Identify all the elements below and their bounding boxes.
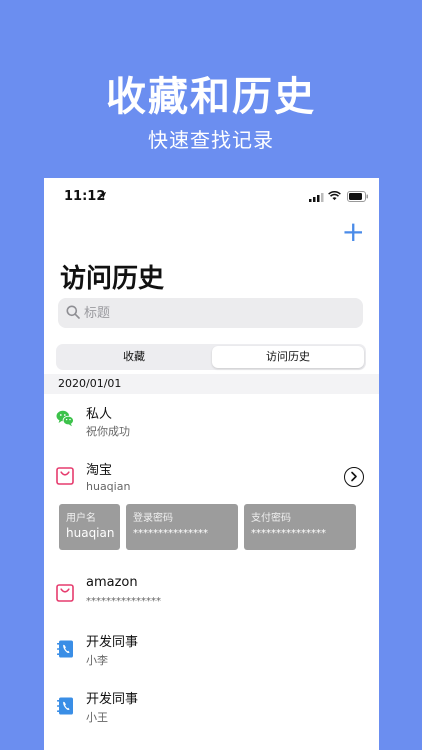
credential-card-payment-password[interactable]: 支付密码 ***************	[244, 504, 356, 550]
search-icon	[66, 305, 80, 319]
credential-label: 支付密码	[251, 513, 291, 524]
date-group-header: 2020/01/01	[44, 374, 379, 394]
expand-button[interactable]	[344, 467, 364, 487]
promo-subtitle: 快速查找记录	[148, 128, 274, 152]
item-subtitle: 祝你成功	[86, 425, 130, 438]
phone-book-icon	[57, 640, 73, 658]
credential-value: ***************	[133, 528, 208, 539]
credential-card-username[interactable]: 用户名 huaqian	[59, 504, 120, 550]
credential-label: 登录密码	[133, 513, 173, 524]
shopping-bag-icon	[56, 467, 74, 485]
chevron-right-icon	[351, 471, 357, 482]
add-button[interactable]: +	[342, 218, 365, 246]
item-subtitle: 小李	[86, 654, 108, 667]
item-title: 开发同事	[86, 635, 139, 650]
wechat-icon	[56, 410, 74, 427]
item-subtitle: ***************	[86, 596, 161, 607]
cellular-signal-icon	[309, 193, 324, 202]
phone-book-icon	[57, 697, 73, 715]
item-title: 开发同事	[86, 692, 139, 707]
credential-label: 用户名	[66, 513, 96, 524]
wifi-icon	[328, 191, 341, 201]
credential-value: huaqian	[66, 526, 115, 540]
search-input[interactable]	[84, 298, 354, 328]
credential-card-login-password[interactable]: 登录密码 ***************	[126, 504, 238, 550]
item-title: 淘宝	[86, 463, 113, 478]
credential-value: ***************	[251, 528, 326, 539]
item-title: 私人	[86, 407, 113, 422]
battery-icon	[347, 191, 368, 202]
promo-title: 收藏和历史	[106, 74, 316, 120]
segmented-control: 收藏 访问历史	[56, 344, 366, 370]
location-arrow-icon	[98, 191, 107, 200]
shopping-bag-icon	[56, 584, 74, 602]
phone-screen: 11:12 + 访问历史 收藏 访问历史	[44, 178, 379, 750]
item-title: amazon	[86, 575, 138, 590]
search-bar[interactable]	[58, 298, 363, 328]
segment-favorites[interactable]: 收藏	[58, 346, 210, 368]
segment-history[interactable]: 访问历史	[212, 346, 364, 368]
status-bar: 11:12	[44, 178, 379, 216]
page-title: 访问历史	[60, 264, 165, 294]
item-subtitle: 小王	[86, 711, 108, 724]
item-subtitle: huaqian	[86, 480, 131, 493]
